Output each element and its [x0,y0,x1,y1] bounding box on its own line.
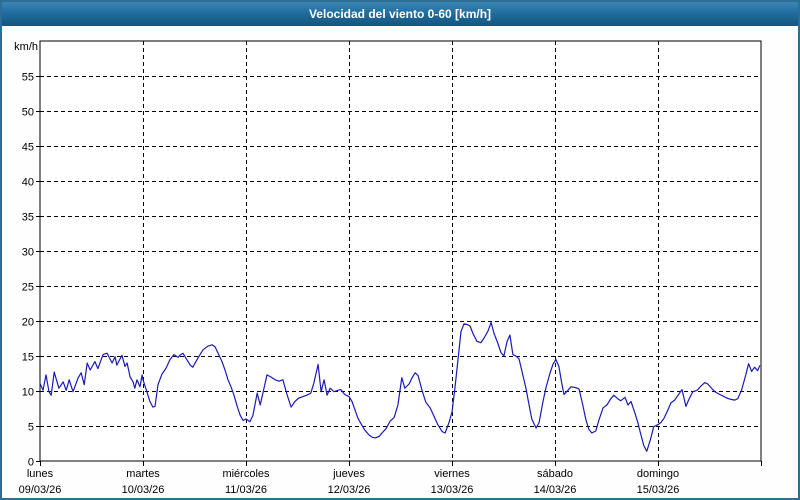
x-day-label: martes [126,468,160,480]
y-tick-label: 20 [22,317,34,329]
x-day-label: sábado [537,468,573,480]
x-day-label: domingo [637,468,679,480]
y-tick-label: 30 [22,247,34,259]
y-tick-label: 50 [22,107,34,119]
wind-speed-chart: 0 5 10 15 20 25 30 35 40 45 50 55 km/h lunes 09/03/26 m… [2,26,798,498]
x-date-label: 13/03/26 [431,484,474,496]
x-date-label: 11/03/26 [225,484,267,496]
y-tick-label: 35 [22,212,34,224]
x-date-label: 09/03/26 [19,484,62,496]
chart-area: 0 5 10 15 20 25 30 35 40 45 50 55 km/h lunes 09/03/26 m… [2,26,798,498]
y-tick-label: 40 [22,177,34,189]
window-title: Velocidad del viento 0-60 [km/h] [309,7,491,21]
x-day-label: jueves [332,468,365,480]
y-tick-label: 55 [22,72,34,84]
y-tick-label: 5 [28,422,34,434]
y-tick-label: 25 [22,282,34,294]
title-bar: Velocidad del viento 0-60 [km/h] [2,2,798,26]
y-axis-unit-label: km/h [14,41,38,53]
x-date-label: 10/03/26 [122,484,165,496]
x-day-label: lunes [27,468,54,480]
y-tick-label: 0 [28,457,34,469]
x-day-label: miércoles [222,468,270,480]
app-window: Velocidad del viento 0-60 [km/h] 0 5 10 15 2… [0,0,800,500]
x-date-label: 12/03/26 [328,484,371,496]
y-tick-label: 10 [22,387,34,399]
x-day-label: viernes [434,468,470,480]
y-tick-label: 15 [22,352,34,364]
y-tick-label: 45 [22,142,34,154]
x-date-label: 14/03/26 [534,484,577,496]
x-date-label: 15/03/26 [637,484,680,496]
